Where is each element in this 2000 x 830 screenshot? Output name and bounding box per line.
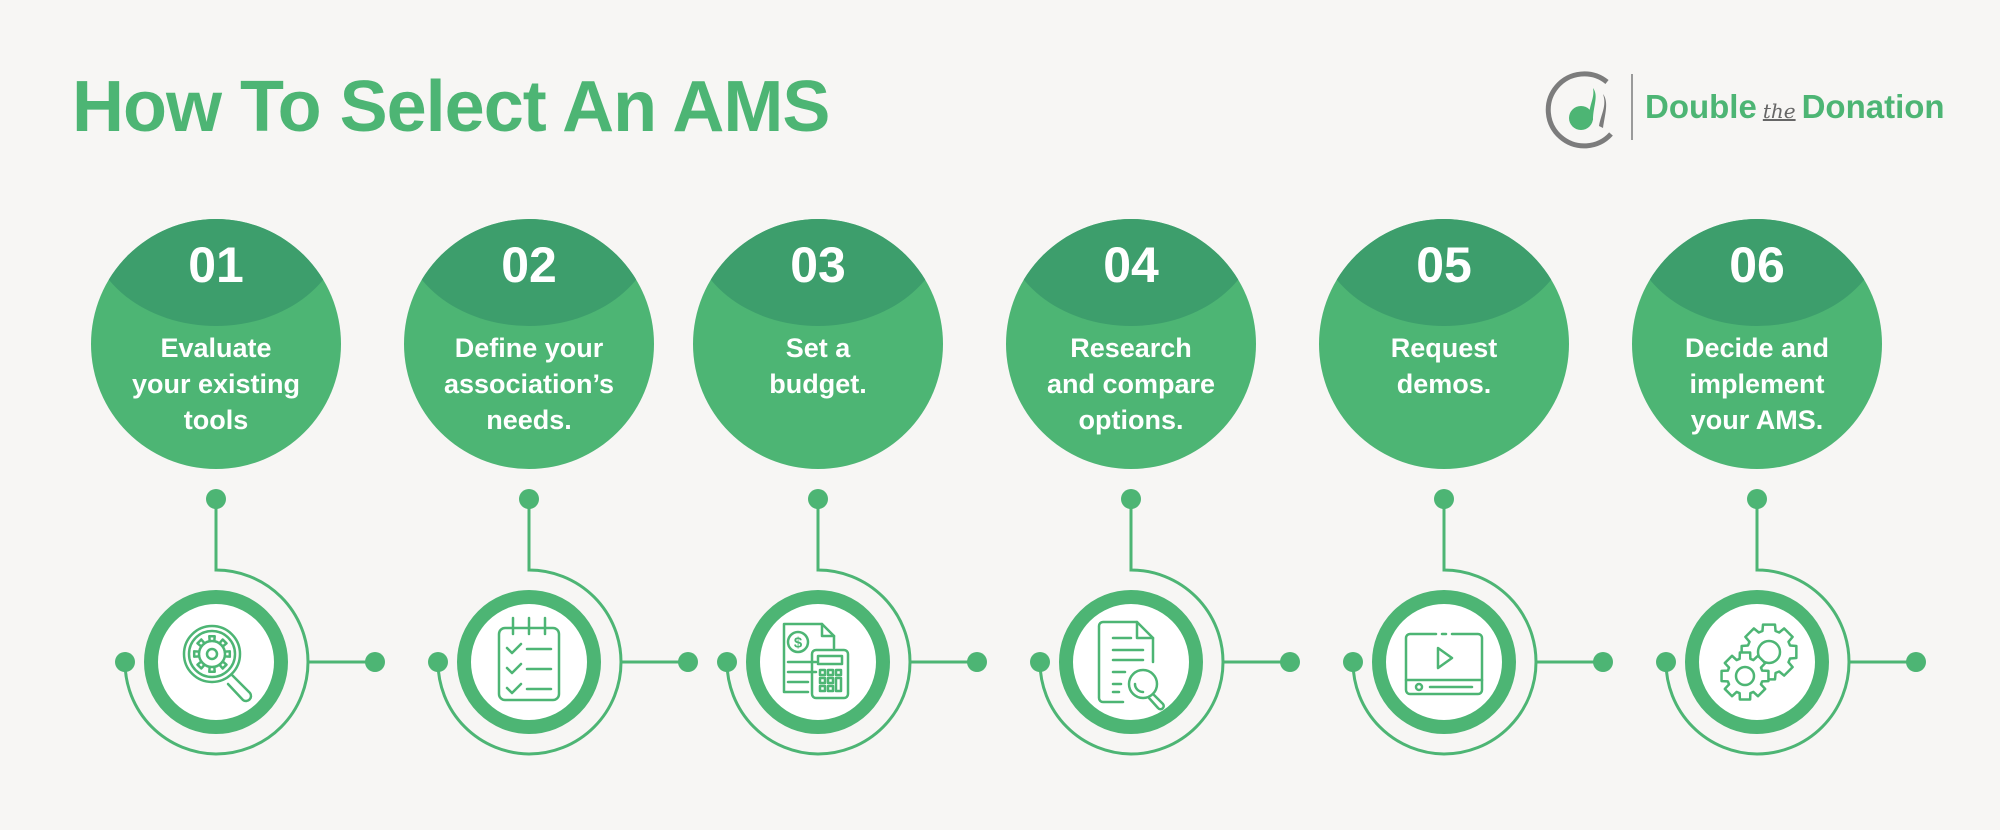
step-label-line: association’s xyxy=(443,369,615,399)
step-number-cap xyxy=(91,219,341,326)
step-label: Set a budget. xyxy=(708,330,928,402)
step-label: Research and compare options. xyxy=(1021,330,1241,438)
step-label-line: your AMS. xyxy=(1690,405,1824,435)
step-number-cap xyxy=(693,219,943,326)
step-number: 05 xyxy=(1416,237,1472,293)
connector-left-dot xyxy=(428,652,448,672)
svg-text:$: $ xyxy=(794,635,803,652)
step-label-line: Set a xyxy=(785,333,851,363)
connector-right-dot xyxy=(1906,652,1926,672)
connector-right-dot xyxy=(1593,652,1613,672)
connector-left-dot xyxy=(1656,652,1676,672)
step-label-line: tools xyxy=(183,405,249,435)
connector-right-dot xyxy=(365,652,385,672)
step-05 xyxy=(1319,219,1613,756)
step-number: 04 xyxy=(1103,237,1159,293)
step-number: 06 xyxy=(1729,237,1785,293)
step-label-line: Decide and xyxy=(1684,333,1830,363)
step-label-line: demos. xyxy=(1396,369,1492,399)
step-label: Evaluate your existing tools xyxy=(106,330,326,438)
icon-ring xyxy=(144,590,288,734)
step-number-cap xyxy=(404,219,654,326)
connector-left-dot xyxy=(1343,652,1363,672)
step-03: $ xyxy=(693,219,987,756)
step-number: 01 xyxy=(188,237,244,293)
step-label-line: and compare xyxy=(1046,369,1216,399)
step-label-line: implement xyxy=(1689,369,1825,399)
step-04 xyxy=(1006,219,1300,756)
icon-ring xyxy=(1372,590,1516,734)
connector-left-dot xyxy=(1030,652,1050,672)
step-06 xyxy=(1632,219,1926,756)
step-01 xyxy=(91,219,385,756)
step-label-line: options. xyxy=(1078,405,1184,435)
connector-right-dot xyxy=(967,652,987,672)
step-label: Define your association’s needs. xyxy=(419,330,639,438)
step-number-cap xyxy=(1319,219,1569,326)
step-number-cap xyxy=(1632,219,1882,326)
step-label-line: Define your xyxy=(454,333,604,363)
step-number-cap xyxy=(1006,219,1256,326)
connector-left-dot xyxy=(717,652,737,672)
step-label-line: needs. xyxy=(486,405,572,435)
step-02 xyxy=(404,219,698,756)
step-label-line: budget. xyxy=(769,369,867,399)
step-label-line: your existing xyxy=(131,369,301,399)
step-label: Decide and implement your AMS. xyxy=(1647,330,1867,438)
icon-ring xyxy=(457,590,601,734)
step-label-line: Request xyxy=(1390,333,1498,363)
connector-right-dot xyxy=(1280,652,1300,672)
step-number: 03 xyxy=(790,237,846,293)
connector-left-dot xyxy=(115,652,135,672)
icon-ring xyxy=(1059,590,1203,734)
step-number: 02 xyxy=(501,237,557,293)
step-label: Request demos. xyxy=(1334,330,1554,402)
connector-right-dot xyxy=(678,652,698,672)
step-label-line: Research xyxy=(1070,333,1192,363)
step-label-line: Evaluate xyxy=(160,333,272,363)
